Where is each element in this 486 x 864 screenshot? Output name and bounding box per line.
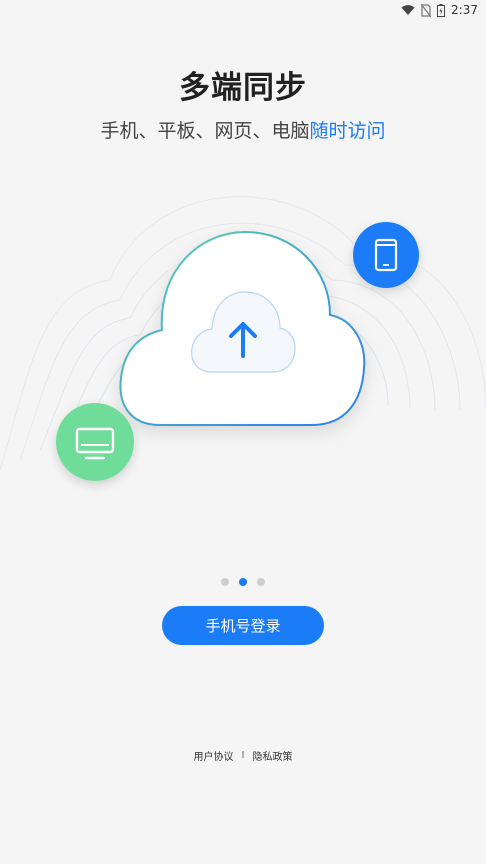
status-bar: 2:37 — [0, 0, 486, 20]
subtitle-accent-text: 随时访问 — [309, 120, 386, 142]
phone-icon — [353, 222, 419, 288]
wifi-icon — [401, 4, 415, 16]
privacy-policy-link[interactable]: 隐私政策 — [252, 748, 292, 763]
status-time: 2:37 — [451, 3, 478, 17]
no-sim-icon — [421, 3, 432, 17]
sync-illustration — [0, 140, 486, 520]
page-subtitle: 手机、平板、网页、电脑随时访问 — [0, 116, 486, 143]
phone-login-button[interactable]: 手机号登录 — [162, 606, 324, 645]
footer-separator: I — [241, 750, 245, 761]
page-dot-2-active[interactable] — [239, 578, 247, 586]
page-indicator — [0, 578, 486, 586]
footer-links: 用户协议 I 隐私政策 — [0, 748, 486, 763]
monitor-icon — [56, 403, 134, 481]
battery-icon — [437, 3, 446, 17]
user-agreement-link[interactable]: 用户协议 — [194, 748, 234, 763]
subtitle-text: 手机、平板、网页、电脑 — [100, 120, 310, 142]
page-dot-3[interactable] — [257, 578, 265, 586]
page-title: 多端同步 — [179, 70, 307, 106]
page-dot-1[interactable] — [221, 578, 229, 586]
